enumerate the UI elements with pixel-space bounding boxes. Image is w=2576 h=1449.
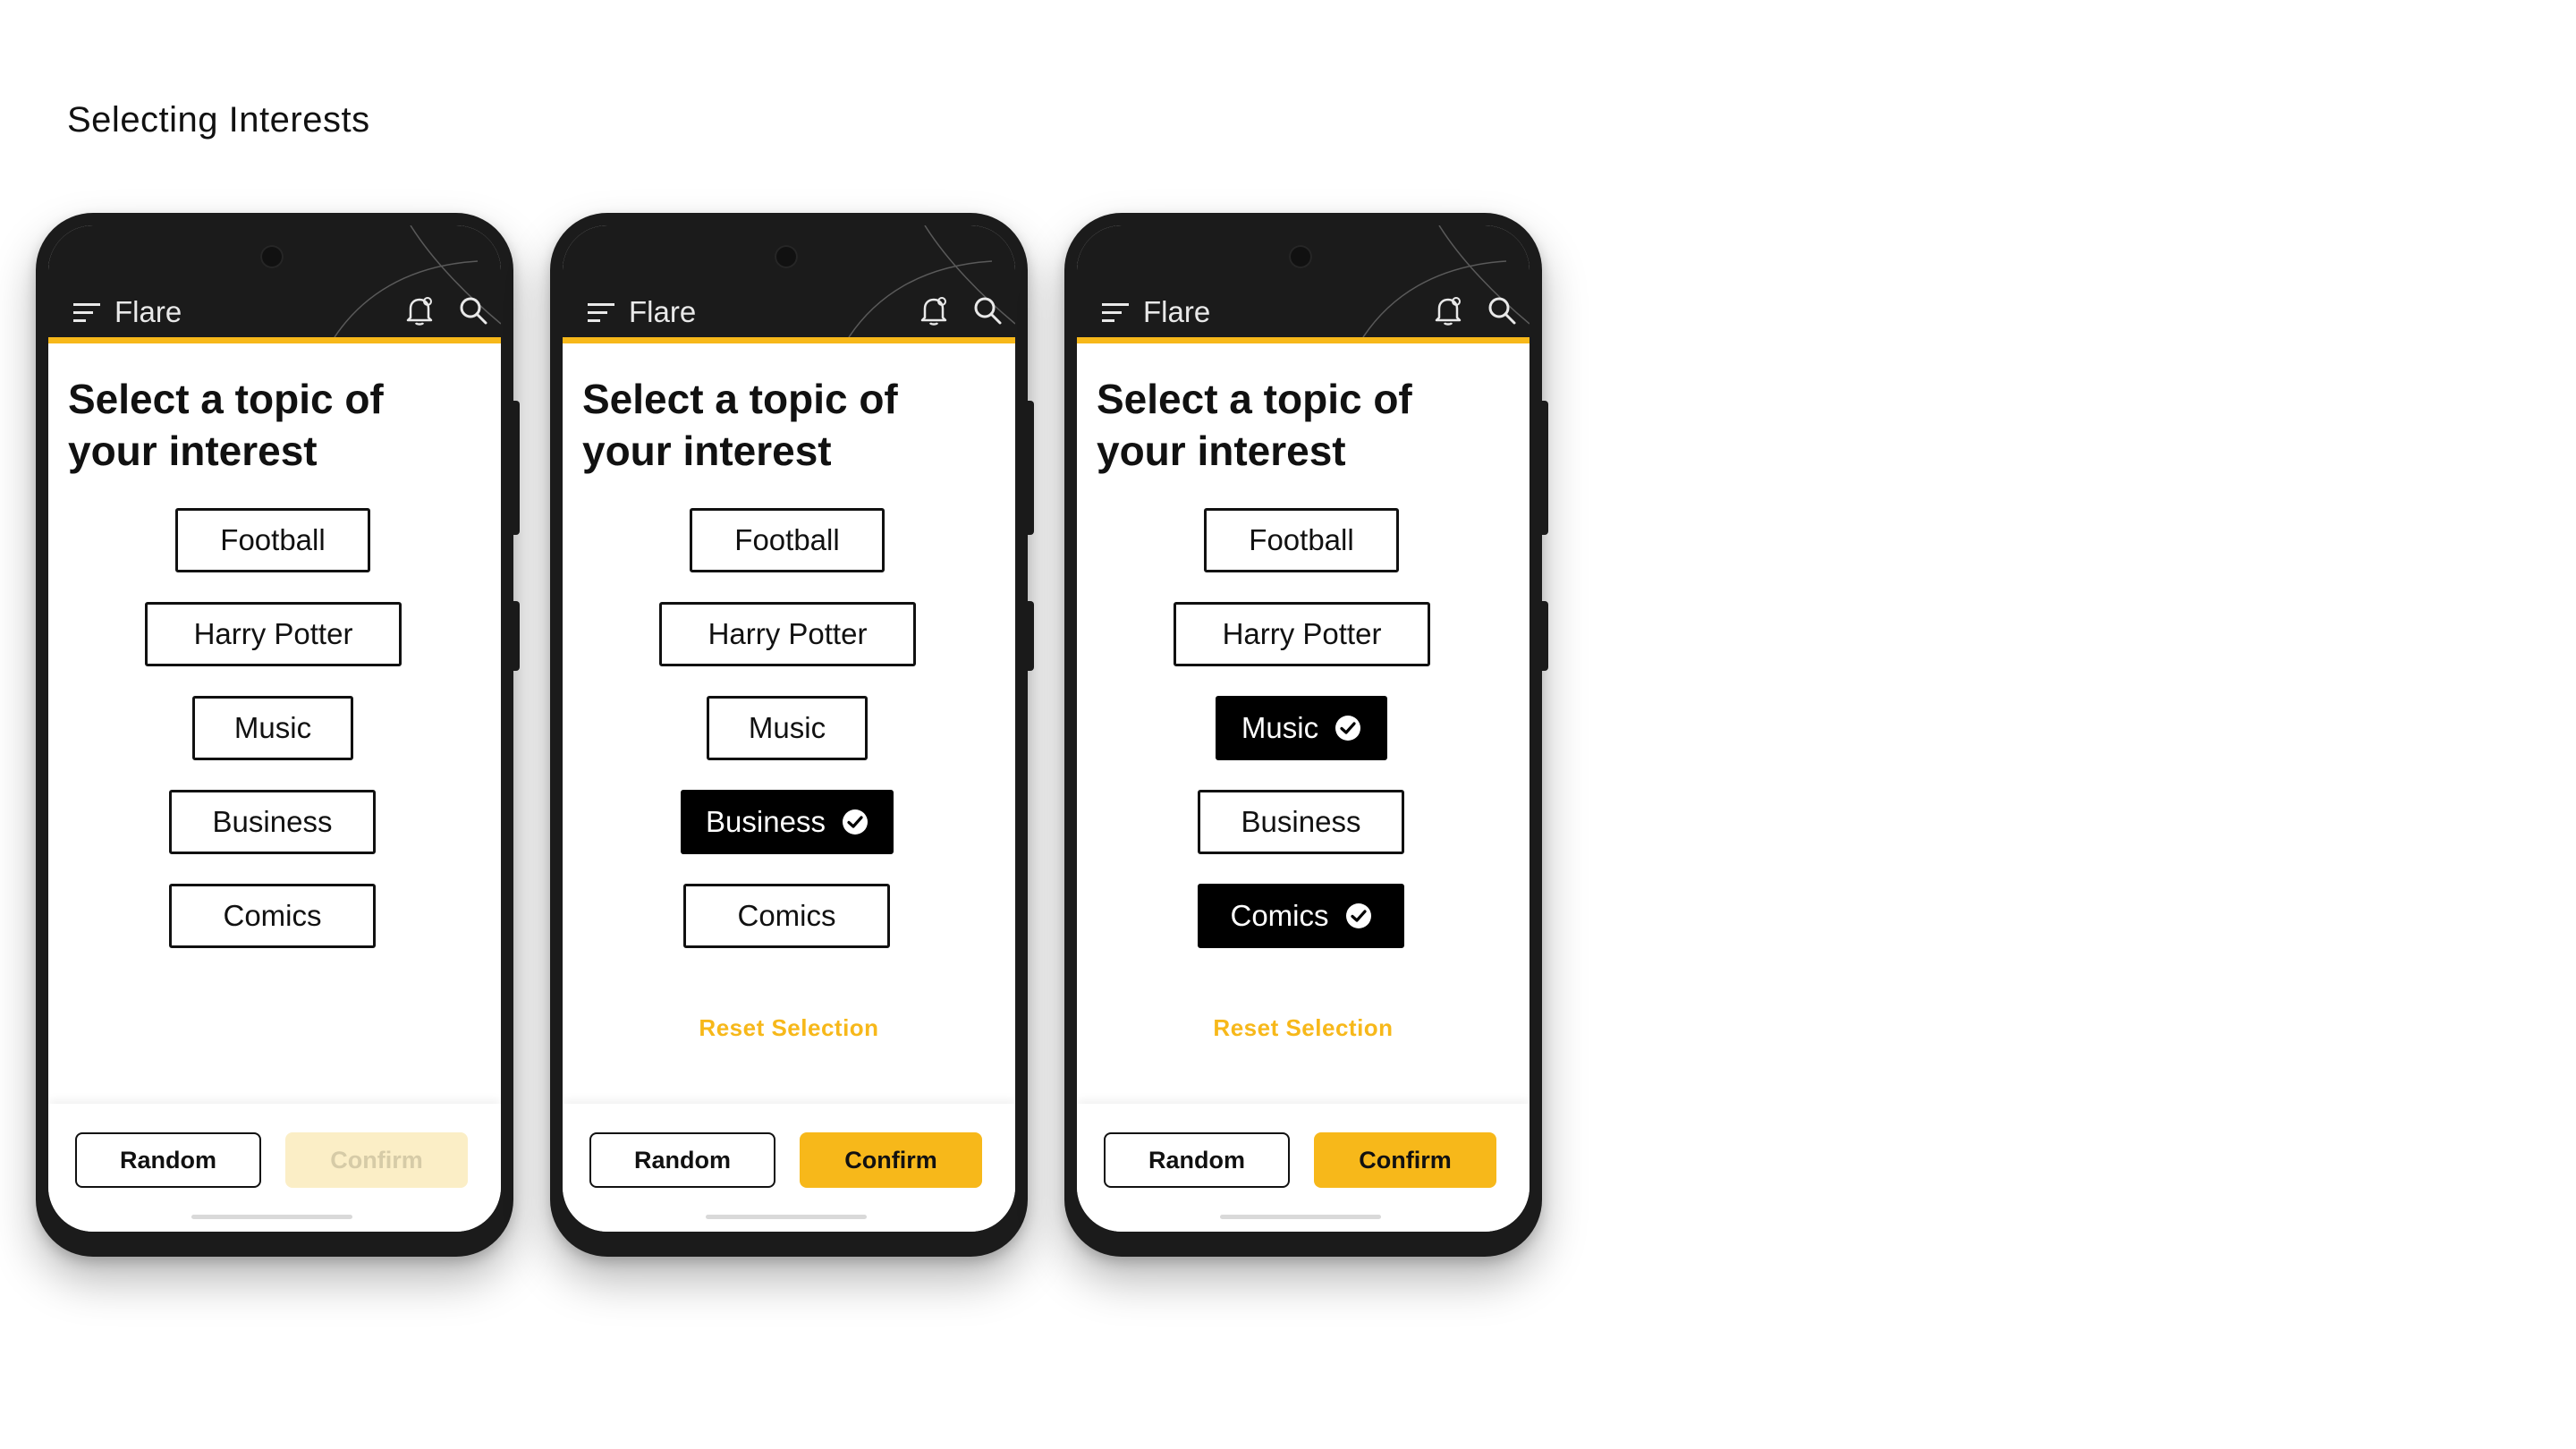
topic-label: Business <box>1241 805 1361 838</box>
topic-chip-comics[interactable]: Comics <box>169 884 376 948</box>
topic-chip-comics-selected[interactable]: Comics <box>1198 884 1404 948</box>
topic-label: Comics <box>1230 899 1329 932</box>
topic-label: Harry Potter <box>708 617 868 650</box>
check-circle-icon <box>1345 903 1371 928</box>
topic-chip-comics[interactable]: Comics <box>683 884 890 948</box>
topic-chip-football[interactable]: Football <box>690 508 885 572</box>
topic-label: Football <box>220 523 326 556</box>
topic-label: Business <box>212 805 333 838</box>
topic-chip-harry-potter[interactable]: Harry Potter <box>1174 602 1430 666</box>
app-bar: Flare <box>1077 225 1530 343</box>
topic-label: Comics <box>223 899 322 932</box>
topic-label: Music <box>233 711 312 744</box>
side-button <box>1541 401 1548 535</box>
bottom-action-bar: Random Confirm <box>563 1104 1015 1232</box>
home-indicator <box>1220 1215 1381 1219</box>
phone-frame: Flare Select a topic of your interest Fo… <box>36 213 520 1257</box>
side-button <box>513 601 520 671</box>
menu-icon[interactable] <box>1102 303 1131 323</box>
topic-label: Football <box>734 523 840 556</box>
home-indicator <box>706 1215 867 1219</box>
confirm-button[interactable]: Confirm <box>1314 1132 1496 1188</box>
side-button <box>513 401 520 535</box>
topic-label: Football <box>1249 523 1354 556</box>
confirm-button[interactable]: Confirm <box>800 1132 982 1188</box>
app-bar: Flare <box>563 225 1015 343</box>
app-bar: Flare <box>48 225 501 343</box>
bell-icon[interactable] <box>402 293 436 327</box>
topic-chip-football[interactable]: Football <box>175 508 370 572</box>
front-camera <box>260 245 284 268</box>
topic-chip-business[interactable]: Business <box>1198 790 1404 854</box>
search-icon[interactable] <box>972 295 1003 326</box>
check-circle-icon <box>1335 716 1361 741</box>
front-camera <box>775 245 798 268</box>
topic-chip-music[interactable]: Music <box>707 696 868 760</box>
screen-title: Select a topic of your interest <box>582 376 898 474</box>
app-brand: Flare <box>629 295 697 328</box>
menu-icon[interactable] <box>588 303 616 323</box>
topic-label: Harry Potter <box>193 617 353 650</box>
topic-chip-football[interactable]: Football <box>1204 508 1399 572</box>
page-heading: Selecting Interests <box>67 100 370 140</box>
phone-screen: Flare Select a topic of your interest Fo… <box>563 225 1015 1232</box>
app-brand: Flare <box>1143 295 1211 328</box>
reset-selection-link[interactable]: Reset Selection <box>563 1014 1015 1042</box>
screen-title: Select a topic of your interest <box>1097 376 1412 474</box>
random-button[interactable]: Random <box>589 1132 775 1188</box>
phone-screen: Flare Select a topic of your interest Fo… <box>48 225 501 1232</box>
phone-frame: Flare Select a topic of your interest Fo… <box>550 213 1034 1257</box>
confirm-button-disabled[interactable]: Confirm <box>285 1132 468 1188</box>
front-camera <box>1289 245 1312 268</box>
phone-frame: Flare Select a topic of your interest Fo… <box>1064 213 1548 1257</box>
bottom-action-bar: Random Confirm <box>1077 1104 1530 1232</box>
reset-selection-link[interactable]: Reset Selection <box>1077 1014 1530 1042</box>
random-button[interactable]: Random <box>75 1132 261 1188</box>
topic-chip-music-selected[interactable]: Music <box>1216 696 1387 760</box>
phone-screen: Flare Select a topic of your interest Fo… <box>1077 225 1530 1232</box>
topic-chip-music[interactable]: Music <box>192 696 353 760</box>
app-brand: Flare <box>114 295 182 328</box>
topic-chip-harry-potter[interactable]: Harry Potter <box>145 602 402 666</box>
check-circle-icon <box>842 809 868 835</box>
bell-icon[interactable] <box>1431 293 1465 327</box>
topic-label: Business <box>706 805 826 838</box>
side-button <box>1541 601 1548 671</box>
topic-chip-business[interactable]: Business <box>169 790 376 854</box>
side-button <box>1027 601 1034 671</box>
random-button[interactable]: Random <box>1104 1132 1290 1188</box>
topic-chip-business-selected[interactable]: Business <box>681 790 894 854</box>
topic-label: Harry Potter <box>1222 617 1382 650</box>
topic-label: Music <box>748 711 826 744</box>
side-button <box>1027 401 1034 535</box>
bottom-action-bar: Random Confirm <box>48 1104 501 1232</box>
search-icon[interactable] <box>458 295 488 326</box>
search-icon[interactable] <box>1487 295 1517 326</box>
home-indicator <box>191 1215 352 1219</box>
screen-title: Select a topic of your interest <box>68 376 384 474</box>
topic-chip-harry-potter[interactable]: Harry Potter <box>659 602 916 666</box>
menu-icon[interactable] <box>73 303 102 323</box>
topic-label: Music <box>1241 711 1319 744</box>
topic-label: Comics <box>737 899 836 932</box>
bell-icon[interactable] <box>917 293 951 327</box>
